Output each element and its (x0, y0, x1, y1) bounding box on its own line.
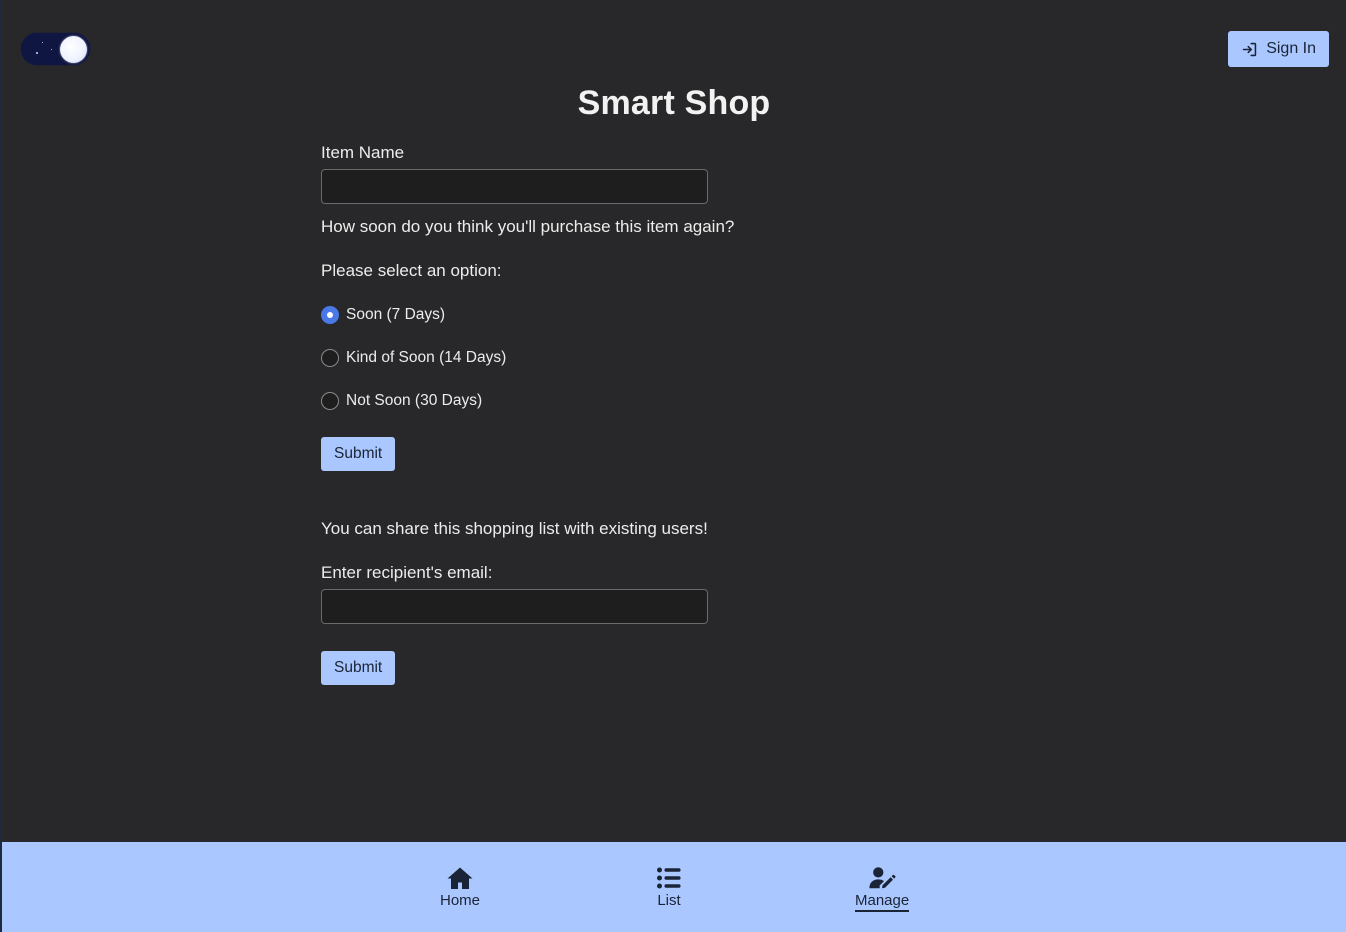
nav-item-manage[interactable]: Manage (855, 866, 910, 912)
theme-toggle[interactable] (20, 32, 91, 66)
user-edit-icon (869, 867, 896, 889)
radio-button[interactable] (321, 392, 339, 410)
purchase-options: Please select an option: Soon (7 Days) K… (321, 261, 841, 411)
radio-button[interactable] (321, 349, 339, 367)
option-kind-of-soon[interactable]: Kind of Soon (14 Days) (321, 348, 841, 368)
page-title: Smart Shop (577, 84, 771, 122)
sign-in-button[interactable]: Sign In (1228, 31, 1329, 67)
nav-label-list: List (657, 892, 681, 909)
star-icon (36, 52, 38, 54)
sign-in-icon (1242, 42, 1257, 56)
add-item-submit-button[interactable]: Submit (321, 437, 396, 471)
moon-icon (60, 36, 87, 63)
email-label: Enter recipient's email: (321, 563, 493, 582)
radio-button[interactable] (321, 306, 339, 324)
options-legend: Please select an option: (321, 261, 502, 280)
share-submit-button[interactable]: Submit (321, 651, 396, 685)
share-info-text: You can share this shopping list with ex… (321, 519, 708, 538)
option-not-soon[interactable]: Not Soon (30 Days) (321, 391, 841, 411)
recipient-email-input[interactable] (321, 589, 708, 624)
purchase-frequency-question: How soon do you think you'll purchase th… (321, 217, 735, 236)
add-item-form: Item Name How soon do you think you'll p… (321, 143, 841, 685)
option-soon[interactable]: Soon (7 Days) (321, 305, 841, 325)
option-label: Not Soon (30 Days) (346, 392, 483, 409)
sign-in-label: Sign In (1266, 40, 1316, 57)
item-name-label: Item Name (321, 143, 405, 162)
nav-label-manage: Manage (855, 892, 910, 912)
nav-label-home: Home (440, 892, 481, 909)
home-icon (447, 867, 473, 889)
list-icon (657, 867, 681, 889)
app-root: Sign In Smart Shop Item Name How soon do… (0, 0, 1346, 932)
star-icon (42, 42, 43, 43)
nav-item-home[interactable]: Home (440, 866, 480, 909)
star-icon (51, 49, 52, 50)
item-name-input[interactable] (321, 169, 708, 204)
bottom-nav: Home List Manage (2, 842, 1346, 932)
option-label: Soon (7 Days) (346, 306, 446, 323)
nav-item-list[interactable]: List (655, 866, 683, 909)
option-label: Kind of Soon (14 Days) (346, 349, 507, 366)
